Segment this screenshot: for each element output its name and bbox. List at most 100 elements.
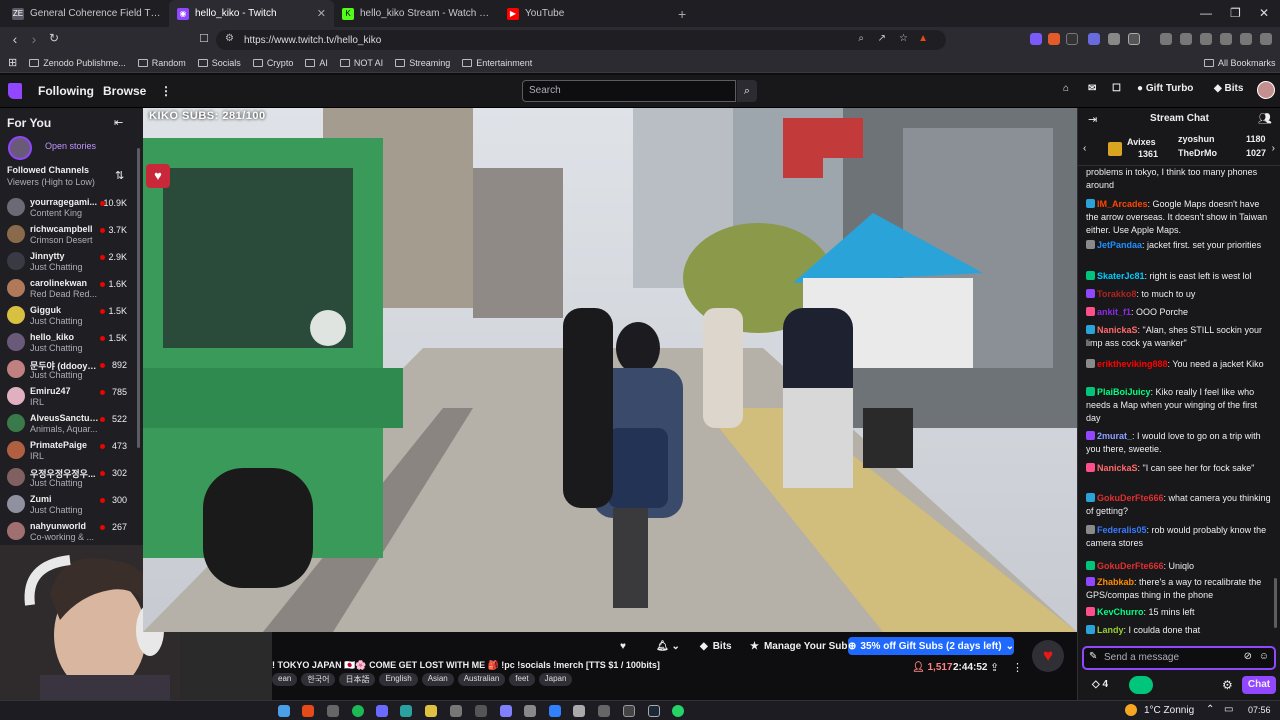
app-icon[interactable] <box>549 705 561 717</box>
chat-username[interactable]: GokuDerFte666 <box>1097 493 1164 503</box>
close-window-icon[interactable]: ✕ <box>1259 6 1269 20</box>
sidebar-channel-item[interactable]: AlveusSanctuary Animals, Aquar... 522 <box>0 410 143 437</box>
mail-icon[interactable]: ✉ <box>1088 83 1096 94</box>
all-bookmarks[interactable]: All Bookmarks <box>1204 58 1276 68</box>
nav-following[interactable]: Following <box>38 84 94 98</box>
start-icon[interactable] <box>278 705 290 717</box>
stream-tag[interactable]: feet <box>509 673 535 686</box>
reward-icon[interactable] <box>1129 676 1153 694</box>
sidebar-channel-item[interactable]: Zumi Just Chatting 300 <box>0 491 143 518</box>
chevron-left-icon[interactable]: ‹ <box>1083 143 1086 154</box>
new-tab-button[interactable]: + <box>668 6 696 22</box>
chat-username[interactable]: KevChurro <box>1097 607 1144 617</box>
chat-scrollbar[interactable] <box>1274 578 1277 628</box>
bookmark-crypto[interactable]: Crypto <box>252 58 293 68</box>
bookmark-random[interactable]: Random <box>137 58 186 68</box>
chat-settings-icon[interactable]: ⚙ <box>1222 678 1233 692</box>
nav-browse[interactable]: Browse <box>103 84 146 98</box>
chat-username[interactable]: NanickaS <box>1097 463 1138 473</box>
no-emote-icon[interactable]: ⊘ <box>1244 651 1252 662</box>
stream-tag[interactable]: ean <box>272 673 298 686</box>
manage-sub-button[interactable]: ★ Manage Your Sub <box>750 638 848 654</box>
menu-icon[interactable] <box>1260 33 1272 45</box>
app-icon[interactable] <box>598 705 610 717</box>
browser-tab-kick[interactable]: K hello_kiko Stream - Watch Live o <box>334 0 499 27</box>
sidebar-channel-item[interactable]: Gigguk Just Chatting 1.5K <box>0 302 143 329</box>
address-bar[interactable]: ⚙ https://www.twitch.tv/hello_kiko ⌕ ↗ ☆… <box>216 30 946 50</box>
chat-username[interactable]: 2murat_ <box>1097 431 1132 441</box>
sidebar-channel-item[interactable]: nahyunworld Co-working & ... 267 <box>0 518 143 545</box>
sidebar-channel-item[interactable]: Emiru247 IRL 785 <box>0 383 143 410</box>
sidebar-channel-item[interactable]: carolinekwan Red Dead Red... 1.6K <box>0 275 143 302</box>
stream-tag[interactable]: English <box>379 673 418 686</box>
inbox-icon[interactable]: ⌂ <box>1063 83 1069 94</box>
extension-icon[interactable] <box>1066 33 1078 45</box>
bits-button[interactable]: ◆ Bits <box>700 638 732 654</box>
sidebar-channel-item[interactable]: 문두야 (ddooyaa) Just Chatting 892 <box>0 356 143 383</box>
maximize-icon[interactable]: ❐ <box>1230 6 1241 20</box>
stream-tag[interactable]: Japan <box>538 673 573 686</box>
stream-tag[interactable]: 한국어 <box>301 673 336 686</box>
bookmark-zenodo[interactable]: Zenodo Publishme... <box>29 58 126 68</box>
chat-username[interactable]: NanickaS <box>1097 325 1138 335</box>
chat-input[interactable]: ✎ Send a message ⊘ ☺ <box>1082 646 1276 670</box>
search-input[interactable]: Search <box>522 80 736 102</box>
collapse-sidebar-icon[interactable]: ⇤ <box>114 116 123 129</box>
app-icon[interactable] <box>573 705 585 717</box>
chat-username[interactable]: SkaterJc81 <box>1097 271 1145 281</box>
extension-icon[interactable] <box>1048 33 1060 45</box>
app-icon[interactable] <box>376 705 388 717</box>
stories-avatar[interactable] <box>8 136 32 160</box>
chat-username[interactable]: IM_Arcades <box>1097 199 1148 209</box>
open-stories-link[interactable]: Open stories <box>45 141 96 151</box>
back-icon[interactable]: ‹ <box>5 31 25 47</box>
chat-send-button[interactable]: Chat <box>1242 676 1276 694</box>
tray-chevron-icon[interactable]: ⌃ <box>1206 704 1214 715</box>
whisper-icon[interactable]: ☐ <box>1112 83 1121 94</box>
get-bits-button[interactable]: ◆ Bits <box>1214 83 1243 94</box>
chat-username[interactable]: GokuDerFte666 <box>1097 561 1164 571</box>
sidebar-channel-item[interactable]: richwcampbell Crimson Desert 3.7K <box>0 221 143 248</box>
minimize-icon[interactable]: — <box>1200 6 1212 20</box>
more-options-icon[interactable]: ⋮ <box>1012 661 1023 674</box>
bookmark-entertainment[interactable]: Entertainment <box>462 58 532 68</box>
reload-icon[interactable]: ↻ <box>44 31 64 45</box>
chat-username[interactable]: PlaiBoiJuicy <box>1097 387 1151 397</box>
browser-icon[interactable] <box>302 705 314 717</box>
app-icon[interactable] <box>400 705 412 717</box>
weather-text[interactable]: 1°C Zonnig <box>1144 705 1194 716</box>
brave-shield-icon[interactable]: ▲ <box>918 33 928 44</box>
stream-tag[interactable]: Asian <box>421 673 454 686</box>
battery-icon[interactable]: ▭ <box>1224 704 1233 715</box>
share-icon[interactable]: ↗ <box>878 33 886 44</box>
chat-username[interactable]: Zhabkab <box>1097 577 1134 587</box>
whatsapp-icon[interactable] <box>672 705 684 717</box>
bookmark-not-ai[interactable]: NOT AI <box>339 58 383 68</box>
close-tab-icon[interactable]: ✕ <box>317 7 326 20</box>
browser-tab-youtube[interactable]: ▶ YouTube <box>499 0 664 27</box>
sidebar-channel-item[interactable]: Jinnytty Just Chatting 2.9K <box>0 248 143 275</box>
apps-grid-icon[interactable]: ⊞ <box>8 56 17 69</box>
channel-points[interactable]: ◇ 4 <box>1092 679 1108 690</box>
chat-username[interactable]: Federalis05 <box>1097 525 1147 535</box>
app-icon[interactable] <box>475 705 487 717</box>
stream-tag[interactable]: Australian <box>457 673 506 686</box>
app-icon[interactable] <box>327 705 339 717</box>
search-icon[interactable]: ⌕ <box>737 80 757 102</box>
steam-icon[interactable] <box>648 705 660 717</box>
app-icon[interactable] <box>500 705 512 717</box>
hype-heart-button[interactable]: ♥ <box>1032 640 1064 672</box>
app-icon[interactable] <box>524 705 536 717</box>
extension-icon[interactable] <box>1220 33 1232 45</box>
browser-tab-gcft[interactable]: ZE General Coherence Field Theory (GC <box>4 0 169 27</box>
taskbar-clock[interactable]: 07:56 <box>1248 705 1271 715</box>
user-avatar[interactable] <box>1257 81 1275 99</box>
sort-icon[interactable]: ⇅ <box>115 169 124 182</box>
zoom-icon[interactable]: ⌕ <box>858 33 864 44</box>
wallet-icon[interactable] <box>1200 33 1212 45</box>
chat-username[interactable]: ankit_f1 <box>1097 307 1131 317</box>
sidebar-scrollbar[interactable] <box>137 148 140 448</box>
extension-icon[interactable] <box>1088 33 1100 45</box>
app-icon[interactable] <box>623 705 635 717</box>
shield-icon[interactable] <box>1240 33 1252 45</box>
